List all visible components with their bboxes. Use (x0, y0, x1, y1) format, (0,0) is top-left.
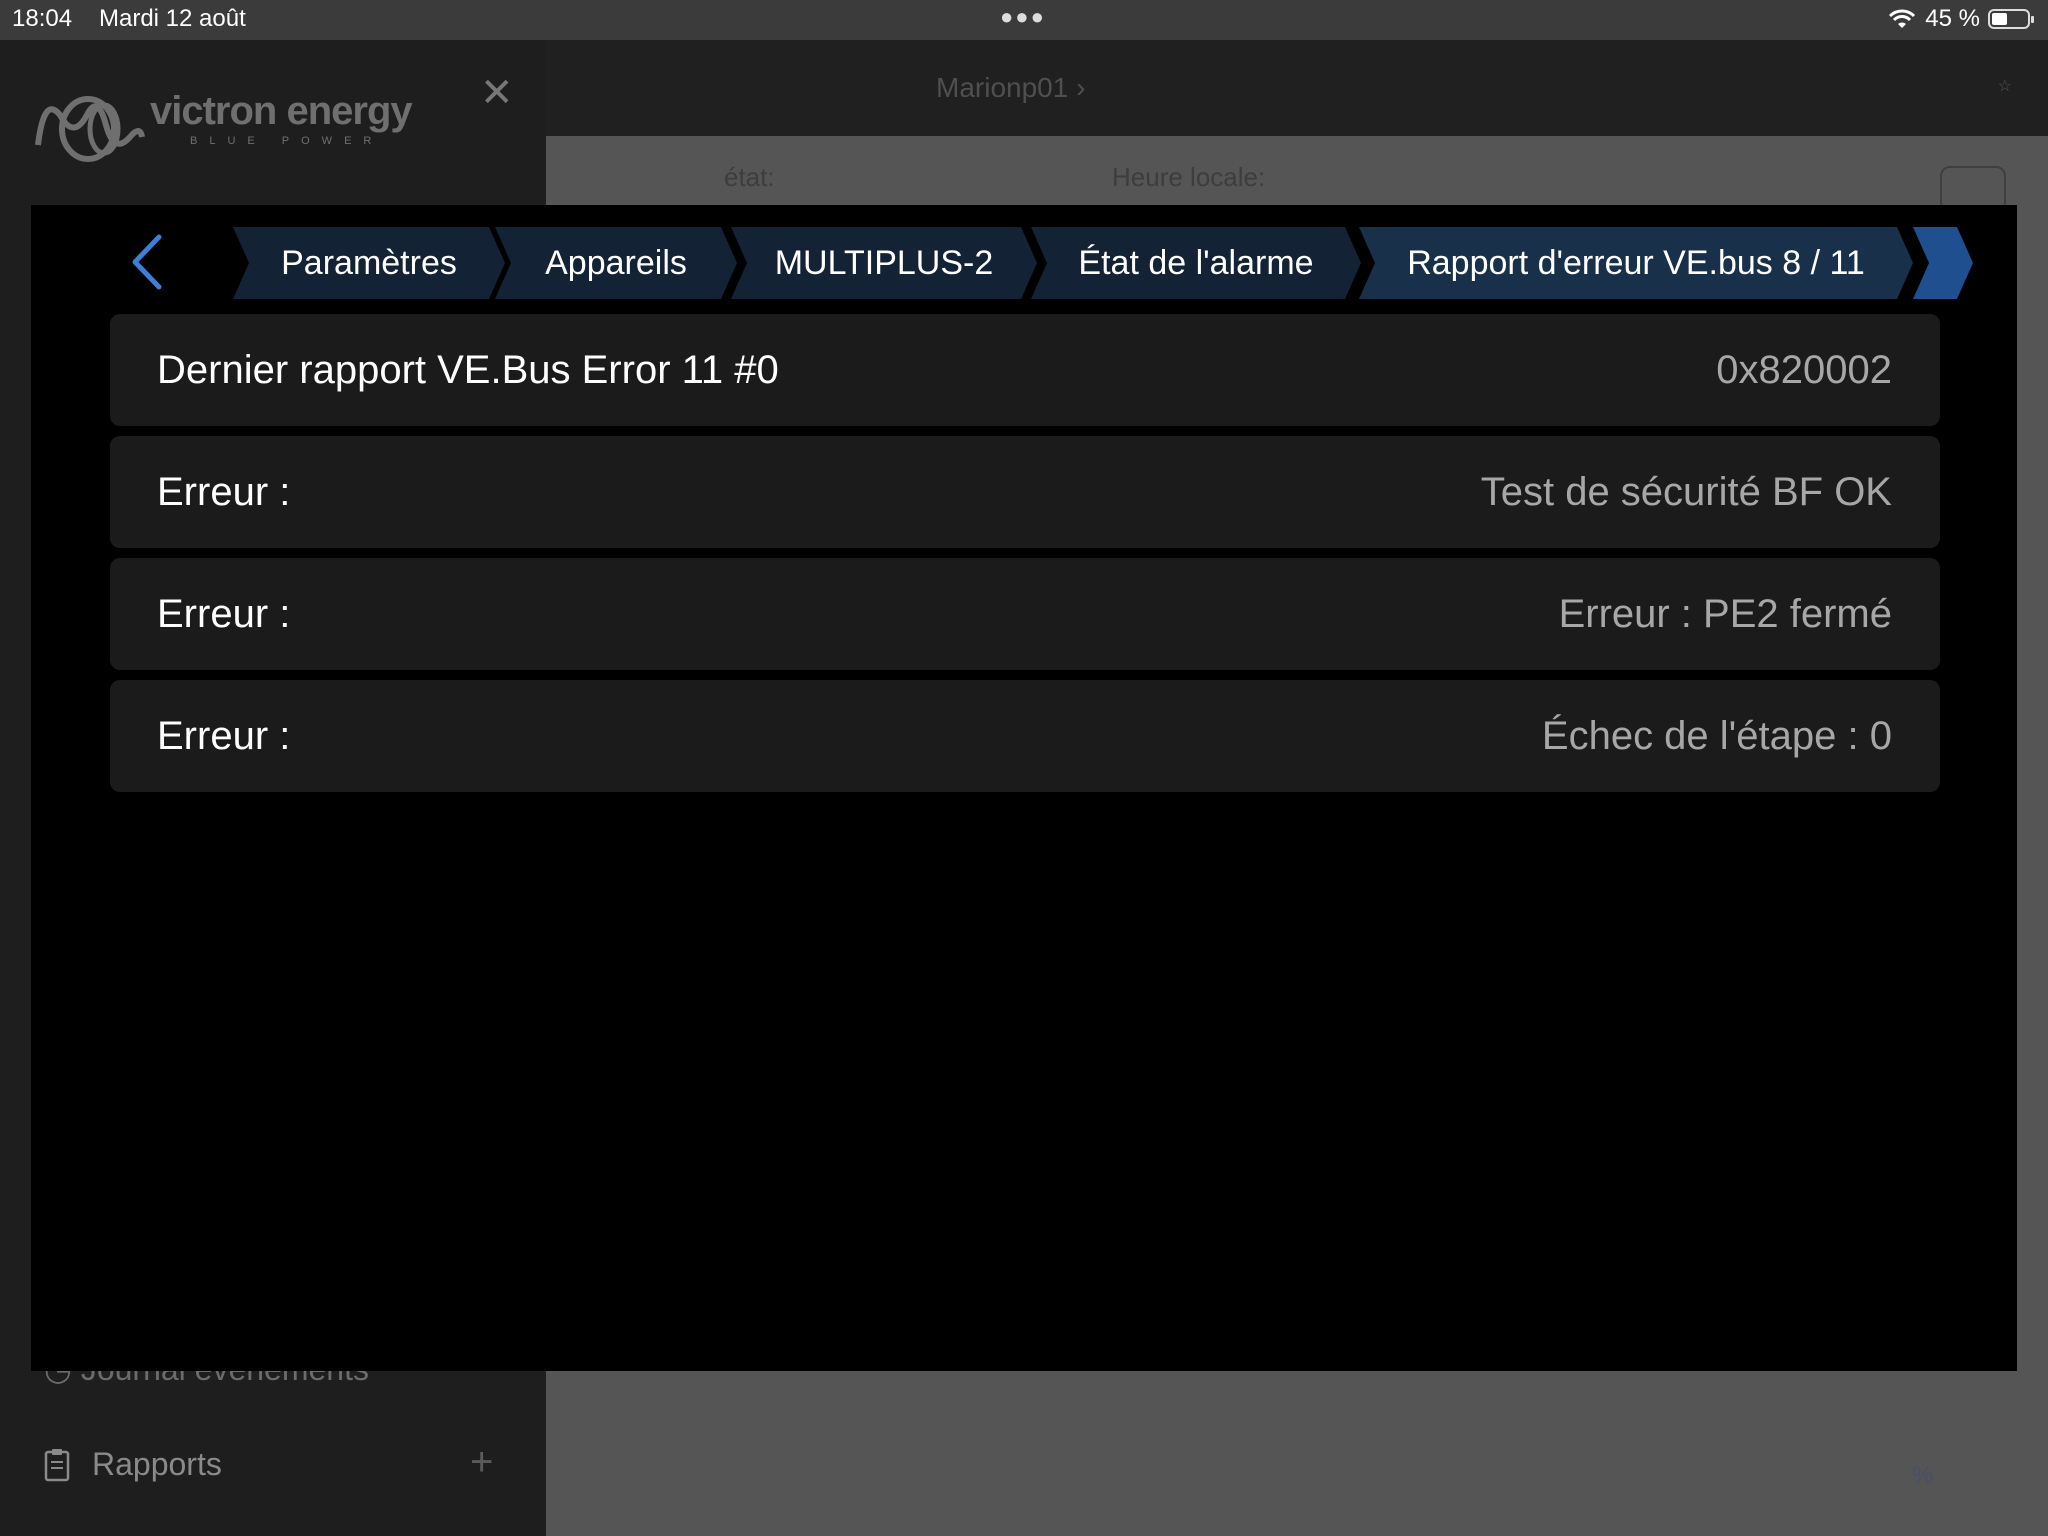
status-right: 45 % (1887, 5, 2034, 33)
row-label: Erreur : (157, 713, 291, 758)
list-item[interactable]: Erreur : Échec de l'étape : 0 (110, 680, 1940, 792)
breadcrumb-label: Rapport d'erreur VE.bus 8 / 11 (1407, 243, 1865, 282)
app-header: Marionp01 › ☆ (546, 40, 2048, 136)
sidebar-item-rapports[interactable]: Rapports (44, 1446, 222, 1483)
row-value: Erreur : PE2 fermé (1558, 591, 1892, 636)
row-value: Échec de l'étape : 0 (1541, 713, 1892, 758)
breadcrumb-item-parametres[interactable]: Paramètres (233, 227, 505, 299)
breadcrumb-label: MULTIPLUS-2 (774, 243, 994, 282)
breadcrumb-label: Appareils (545, 243, 687, 282)
back-chevron-icon[interactable] (121, 227, 181, 297)
breadcrumb-item-etat-alarme[interactable]: État de l'alarme (1031, 227, 1361, 299)
breadcrumb-item-multiplus[interactable]: MULTIPLUS-2 (731, 227, 1037, 299)
row-label: Dernier rapport VE.Bus Error 11 #0 (157, 347, 779, 392)
add-report-icon[interactable]: + (470, 1440, 493, 1485)
battery-icon (1988, 9, 2034, 29)
status-bar: 18:04 Mardi 12 août ●●● 45 % (0, 0, 2048, 40)
multitask-dots-icon[interactable]: ●●● (1000, 4, 1046, 30)
breadcrumb: Paramètres Appareils MULTIPLUS-2 État de… (221, 223, 2011, 301)
list-item[interactable]: Dernier rapport VE.Bus Error 11 #0 0x820… (110, 314, 1940, 426)
wifi-icon (1889, 9, 1916, 28)
breadcrumb-current-tail (1913, 227, 1973, 299)
row-value: Test de sécurité BF OK (1480, 469, 1892, 514)
close-sidebar-icon[interactable]: ✕ (480, 70, 514, 116)
breadcrumb-label: Paramètres (281, 243, 457, 282)
status-time: 18:04 (12, 5, 73, 32)
list-item[interactable]: Erreur : Test de sécurité BF OK (110, 436, 1940, 548)
breadcrumb-item-appareils[interactable]: Appareils (495, 227, 737, 299)
list-item[interactable]: Erreur : Erreur : PE2 fermé (110, 558, 1940, 670)
state-label: état: (724, 162, 775, 192)
sidebar-item-label: Rapports (92, 1446, 222, 1482)
breadcrumb-item-rapport-erreur[interactable]: Rapport d'erreur VE.bus 8 / 11 (1359, 227, 1913, 299)
row-value: 0x820002 (1716, 347, 1892, 392)
breadcrumb-label: État de l'alarme (1078, 243, 1314, 282)
status-date: Mardi 12 août (99, 5, 246, 32)
logo-tagline: BLUE POWER (190, 135, 384, 147)
logo-text: victron energy (150, 89, 413, 133)
remote-console-modal: Paramètres Appareils MULTIPLUS-2 État de… (31, 205, 2017, 1371)
site-breadcrumb[interactable]: Marionp01 › (936, 72, 1085, 104)
battery-percent: 45 % (1925, 5, 1980, 32)
percent-symbol: % (1912, 1462, 1934, 1489)
row-label: Erreur : (157, 591, 291, 636)
error-report-list: Dernier rapport VE.Bus Error 11 #0 0x820… (110, 314, 1940, 802)
local-time-label: Heure locale: (1112, 162, 1266, 192)
clipboard-icon (44, 1448, 70, 1481)
row-label: Erreur : (157, 469, 291, 514)
star-icon[interactable]: ☆ (1998, 76, 2012, 96)
victron-logo-mark-icon (35, 96, 145, 162)
